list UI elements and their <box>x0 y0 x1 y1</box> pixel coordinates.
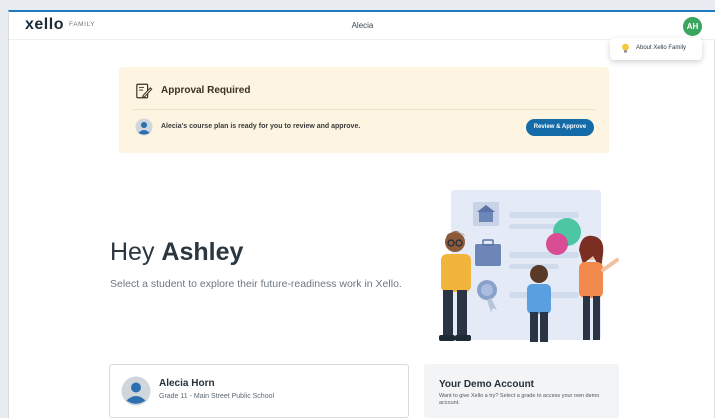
demo-description: Want to give Xello a try? Select a grade… <box>439 393 600 406</box>
top-header: xello FAMILY Alecia AH <box>9 12 715 40</box>
student-avatar-icon <box>121 376 151 406</box>
header-student-name: Alecia <box>351 21 374 30</box>
user-avatar-button[interactable]: AH <box>683 17 702 36</box>
student-card-alecia[interactable]: Alecia Horn Grade 11 - Main Street Publi… <box>109 364 409 418</box>
parent-name: Ashley <box>161 238 244 266</box>
about-xello-family-link[interactable]: About Xello Family <box>636 45 686 51</box>
approval-message: Alecia's course plan is ready for you to… <box>161 123 361 130</box>
approval-required-card: Approval Required Alecia's course plan i… <box>119 67 609 153</box>
student-grade-school: Grade 11 - Main Street Public School <box>159 393 275 400</box>
demo-account-card[interactable]: Your Demo Account Want to give Xello a t… <box>424 364 619 418</box>
account-menu-popover: About Xello Family <box>610 38 702 60</box>
lightbulb-icon <box>622 43 629 53</box>
greeting-heading: Hey Ashley <box>110 238 243 267</box>
demo-title: Your Demo Account <box>439 379 535 390</box>
edit-document-icon <box>136 83 153 99</box>
greeting-subtitle: Select a student to explore their future… <box>110 278 402 290</box>
student-avatar-icon <box>135 118 153 136</box>
review-approve-button[interactable]: Review & Approve <box>526 119 594 136</box>
family-illustration <box>439 190 619 342</box>
app-window: xello FAMILY Alecia AH About Xello Famil… <box>8 10 715 418</box>
divider <box>133 109 595 110</box>
greeting-word: Hey <box>110 238 155 266</box>
student-name: Alecia Horn <box>159 378 215 389</box>
approval-title: Approval Required <box>161 85 251 96</box>
